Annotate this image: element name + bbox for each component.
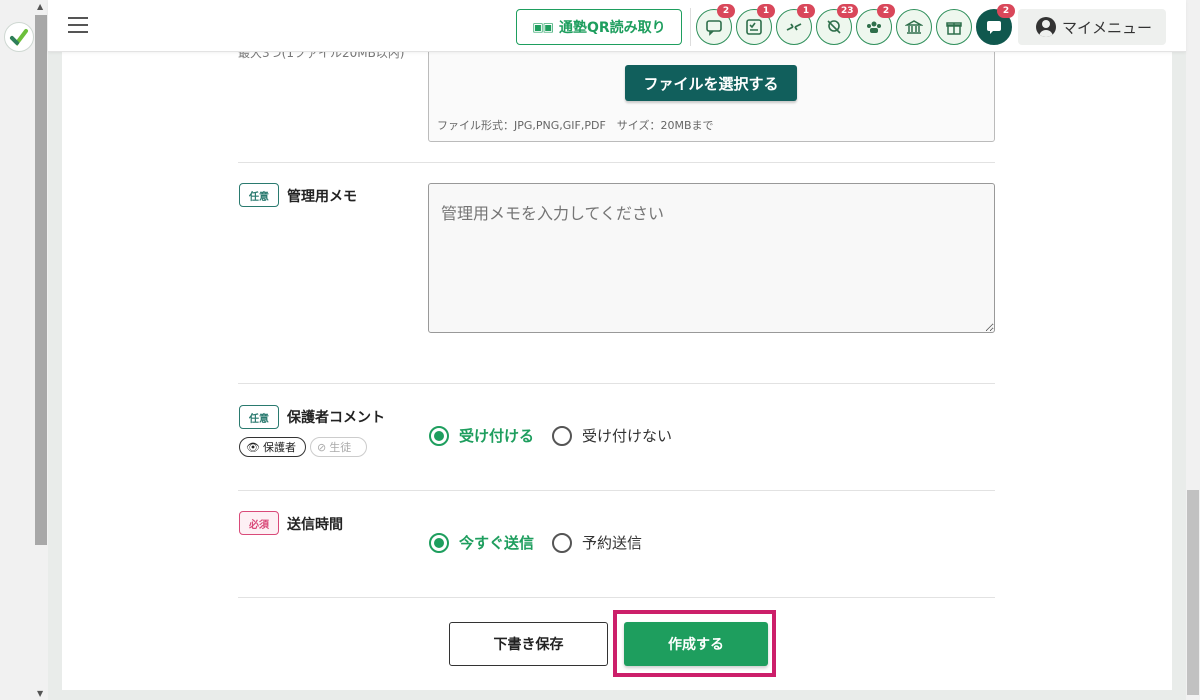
save-draft-button[interactable]: 下書き保存 [449,622,608,666]
notification-badge: 1 [757,4,775,18]
chip-label: 生徒 [329,441,352,454]
option-accept-label[interactable]: 受け付ける [459,425,534,446]
hamburger-icon[interactable] [68,17,88,33]
file-drop-zone[interactable]: ファイルを選択する ファイル形式：JPG,PNG,GIF,PDF サイズ：20M… [428,42,995,142]
optional-tag: 任意 [239,183,279,207]
notification-badge: 1 [797,4,815,18]
arrows-in-icon[interactable]: 1 [776,4,815,45]
parent-comment-label: 保護者コメント [287,410,385,426]
scroll-up-icon[interactable]: ▲ [37,2,43,11]
divider [238,162,995,163]
visible-to-parent-chip: 👁 保護者 [239,437,306,457]
hidden-from-student-chip: ⊘ 生徒 [310,437,367,457]
eye-off-icon: ⊘ [317,440,327,454]
required-tag: 必須 [239,511,279,535]
divider [238,490,995,491]
optional-tag: 任意 [239,405,279,429]
radio-schedule[interactable] [552,532,573,553]
scroll-down-icon[interactable]: ▼ [37,689,43,698]
radio-accept[interactable] [429,425,449,446]
message-icon[interactable]: 2 [976,4,1015,45]
scrollbar-thumb[interactable] [1187,490,1199,695]
radio-reject[interactable] [552,425,573,446]
send-time-radio-group: 今すぐ送信 予約送信 [429,532,642,553]
send-time-label: 送信時間 [287,517,343,533]
notification-badge: 2 [997,4,1015,18]
top-header: ▣▣ 通塾QR読み取り 2 1 1 23 2 2 マイメニュー [48,0,1186,52]
gift-icon[interactable] [936,9,972,45]
my-menu-label: マイメニュー [1062,18,1153,37]
create-button[interactable]: 作成する [624,622,768,666]
memo-textarea[interactable] [428,183,995,333]
right-scrollbar[interactable] [1186,0,1200,700]
memo-label: 管理用メモ [287,189,357,205]
qr-scan-button[interactable]: ▣▣ 通塾QR読み取り [516,9,682,45]
comment-radio-group: 受け付ける 受け付けない [429,425,672,446]
account-icon [1036,17,1056,37]
school-icon[interactable] [896,9,932,45]
radio-send-now[interactable] [429,532,449,553]
app-logo-icon[interactable] [4,22,34,52]
qr-button-label: 通塾QR読み取り [559,20,666,36]
notification-badge: 23 [837,4,858,18]
chat-icon[interactable]: 2 [696,4,735,45]
scrollbar-thumb[interactable] [35,15,47,545]
option-reject-label[interactable]: 受け付けない [582,425,672,446]
divider [238,597,995,598]
qr-icon: ▣▣ [532,20,554,34]
notification-badge: 2 [877,4,895,18]
checklist-icon[interactable]: 1 [736,4,775,45]
left-scrollbar[interactable]: ▲ ▼ [34,0,48,700]
header-separator [690,8,691,46]
divider [238,383,995,384]
option-send-now-label[interactable]: 今すぐ送信 [459,532,534,553]
select-file-button[interactable]: ファイルを選択する [625,65,797,101]
chip-label: 保護者 [262,441,296,454]
notification-badge: 2 [717,4,735,18]
group-icon[interactable]: 2 [856,4,895,45]
eye-icon: 👁 [246,440,260,454]
file-format-hint: ファイル形式：JPG,PNG,GIF,PDF サイズ：20MBまで [437,119,714,132]
option-schedule-label[interactable]: 予約送信 [582,532,642,553]
my-menu-button[interactable]: マイメニュー [1018,9,1166,45]
no-location-icon[interactable]: 23 [816,4,858,45]
